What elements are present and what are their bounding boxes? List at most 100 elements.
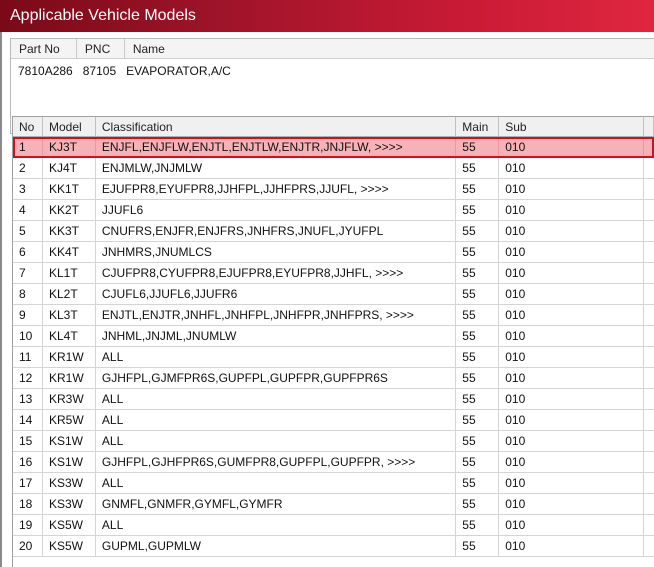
cell-main: 55 [456, 137, 500, 157]
cell-model: KS5W [43, 536, 96, 556]
cell-filler [644, 200, 654, 220]
column-header-filler [644, 117, 654, 136]
cell-sub: 010 [499, 200, 644, 220]
cell-model: KS5W [43, 515, 96, 535]
table-row[interactable]: 8 KL2T CJUFL6,JJUFL6,JJUFR6 55 010 [13, 284, 654, 305]
table-row[interactable]: 10 KL4T JNHML,JNJML,JNUMLW 55 010 [13, 326, 654, 347]
cell-sub: 010 [499, 284, 644, 304]
table-header-row: No Model Classification Main Sub [13, 117, 654, 137]
table-row-selected[interactable]: 1 KJ3T ENJFL,ENJFLW,ENJTL,ENJTLW,ENJTR,JNJ… [13, 137, 654, 158]
cell-main: 55 [456, 473, 500, 493]
cell-classification: GUPML,GUPMLW [96, 536, 457, 556]
cell-main: 55 [456, 536, 500, 556]
cell-classification: GJHFPL,GJHFPR6S,GUMFPR8,GUPFPL,GUPFPR, >… [96, 452, 457, 472]
cell-model: KR1W [43, 347, 96, 367]
part-no-value: 7810A286 [18, 64, 73, 78]
cell-classification: JNHMRS,JNUMLCS [96, 242, 457, 262]
cell-filler [644, 494, 654, 514]
cell-classification: GJHFPL,GJMFPR6S,GUPFPL,GUPFPR,GUPFPR6S [96, 368, 457, 388]
cell-filler [644, 410, 654, 430]
table-row[interactable]: 16 KS1W GJHFPL,GJHFPR6S,GUMFPR8,GUPFPL,GUP… [13, 452, 654, 473]
table-row[interactable]: 11 KR1W ALL 55 010 [13, 347, 654, 368]
cell-model: KS3W [43, 473, 96, 493]
column-header-model[interactable]: Model [43, 117, 96, 136]
name-value: EVAPORATOR,A/C [126, 64, 231, 78]
pnc-header[interactable]: PNC [77, 39, 125, 59]
table-row[interactable]: 2 KJ4T ENJMLW,JNJMLW 55 010 [13, 158, 654, 179]
cell-main: 55 [456, 263, 500, 283]
cell-classification: ALL [96, 410, 457, 430]
cell-no: 2 [13, 158, 43, 178]
table-row[interactable]: 7 KL1T CJUFPR8,CYUFPR8,EJUFPR8,EYUFPR8,JJH… [13, 263, 654, 284]
cell-model: KL1T [43, 263, 96, 283]
column-header-no[interactable]: No [13, 117, 43, 136]
cell-main: 55 [456, 200, 500, 220]
cell-sub: 010 [499, 158, 644, 178]
cell-main: 55 [456, 326, 500, 346]
cell-sub: 010 [499, 263, 644, 283]
cell-no: 15 [13, 431, 43, 451]
cell-main: 55 [456, 452, 500, 472]
table-row[interactable]: 9 KL3T ENJTL,ENJTR,JNHFL,JNHFPL,JNHFPR,JNH… [13, 305, 654, 326]
table-row[interactable]: 4 KK2T JJUFL6 55 010 [13, 200, 654, 221]
column-header-main[interactable]: Main [456, 117, 500, 136]
table-row[interactable]: 19 KS5W ALL 55 010 [13, 515, 654, 536]
cell-classification: CNUFRS,ENJFR,ENJFRS,JNHFRS,JNUFL,JYUFPL [96, 221, 457, 241]
table-row[interactable]: 14 KR5W ALL 55 010 [13, 410, 654, 431]
table-row[interactable]: 17 KS3W ALL 55 010 [13, 473, 654, 494]
table-row[interactable]: 12 KR1W GJHFPL,GJMFPR6S,GUPFPL,GUPFPR,GUPF… [13, 368, 654, 389]
cell-sub: 010 [499, 347, 644, 367]
cell-filler [644, 284, 654, 304]
cell-filler [644, 473, 654, 493]
cell-classification: ALL [96, 347, 457, 367]
cell-sub: 010 [499, 410, 644, 430]
table-row[interactable]: 18 KS3W GNMFL,GNMFR,GYMFL,GYMFR 55 010 [13, 494, 654, 515]
cell-sub: 010 [499, 473, 644, 493]
cell-sub: 010 [499, 326, 644, 346]
column-header-sub[interactable]: Sub [499, 117, 644, 136]
cell-classification: CJUFPR8,CYUFPR8,EJUFPR8,EYUFPR8,JJHFL, >… [96, 263, 457, 283]
cell-model: KL4T [43, 326, 96, 346]
cell-no: 9 [13, 305, 43, 325]
cell-classification: ALL [96, 431, 457, 451]
cell-main: 55 [456, 305, 500, 325]
cell-classification: JNHML,JNJML,JNUMLW [96, 326, 457, 346]
cell-no: 13 [13, 389, 43, 409]
cell-main: 55 [456, 347, 500, 367]
cell-model: KR1W [43, 368, 96, 388]
cell-model: KR3W [43, 389, 96, 409]
table-row[interactable]: 3 KK1T EJUFPR8,EYUFPR8,JJHFPL,JJHFPRS,JJUF… [13, 179, 654, 200]
cell-filler [644, 326, 654, 346]
cell-model: KL3T [43, 305, 96, 325]
pnc-value: 87105 [82, 64, 117, 78]
cell-filler [644, 515, 654, 535]
cell-main: 55 [456, 179, 500, 199]
table-row[interactable]: 15 KS1W ALL 55 010 [13, 431, 654, 452]
cell-filler [644, 305, 654, 325]
cell-filler [644, 179, 654, 199]
cell-classification: ALL [96, 473, 457, 493]
part-no-header[interactable]: Part No [11, 39, 77, 59]
cell-main: 55 [456, 515, 500, 535]
column-header-classification[interactable]: Classification [96, 117, 457, 136]
cell-filler [644, 431, 654, 451]
cell-no: 8 [13, 284, 43, 304]
cell-filler [644, 368, 654, 388]
cell-sub: 010 [499, 536, 644, 556]
cell-main: 55 [456, 410, 500, 430]
cell-classification: ALL [96, 389, 457, 409]
table-row[interactable]: 5 KK3T CNUFRS,ENJFR,ENJFRS,JNHFRS,JNUFL,JY… [13, 221, 654, 242]
cell-filler [644, 452, 654, 472]
vehicle-models-table: No Model Classification Main Sub 1 KJ3T EN… [12, 116, 654, 567]
cell-classification: EJUFPR8,EYUFPR8,JJHFPL,JJHFPRS,JJUFL, >>… [96, 179, 457, 199]
table-row[interactable]: 13 KR3W ALL 55 010 [13, 389, 654, 410]
name-header[interactable]: Name [125, 39, 654, 59]
cell-main: 55 [456, 389, 500, 409]
part-info-header: Part No PNC Name [11, 39, 654, 59]
table-row[interactable]: 6 KK4T JNHMRS,JNUMLCS 55 010 [13, 242, 654, 263]
cell-sub: 010 [499, 431, 644, 451]
window-title: Applicable Vehicle Models [0, 0, 654, 32]
table-row[interactable]: 20 KS5W GUPML,GUPMLW 55 010 [13, 536, 654, 557]
cell-filler [644, 158, 654, 178]
cell-model: KS1W [43, 431, 96, 451]
